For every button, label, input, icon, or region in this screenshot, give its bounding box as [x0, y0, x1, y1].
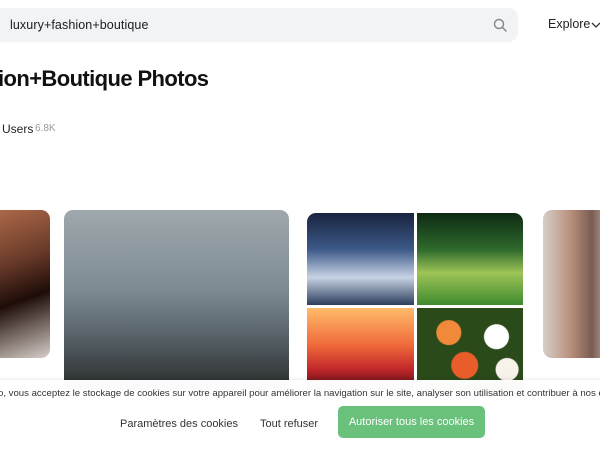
header: luxury+fashion+boutique Explore — [0, 0, 600, 50]
accept-all-cookies-button[interactable]: Autoriser tous les cookies — [338, 406, 485, 438]
chevron-down-icon[interactable] — [591, 21, 600, 29]
photo-tile-forest-light[interactable] — [417, 213, 523, 305]
search-icon[interactable] — [492, 17, 508, 33]
photo-tile-flowers[interactable] — [417, 308, 523, 390]
page: luxury+fashion+boutique Explore ion+Bout… — [0, 0, 600, 450]
photo-tile-mannequin-red[interactable] — [0, 210, 50, 358]
explore-menu[interactable]: Explore — [548, 17, 590, 31]
refuse-all-button[interactable]: Tout refuser — [253, 410, 325, 438]
photo-tile-mountains-night[interactable] — [307, 213, 414, 305]
users-tab[interactable]: Users — [2, 122, 33, 136]
photo-tile-boutique-window[interactable] — [64, 210, 289, 390]
search-input[interactable]: luxury+fashion+boutique — [0, 8, 518, 42]
users-count: 6.8K — [35, 123, 56, 134]
search-input-value: luxury+fashion+boutique — [10, 18, 149, 32]
photo-tile-sunset-clouds[interactable] — [307, 308, 414, 390]
page-title: ion+Boutique Photos — [0, 66, 209, 91]
cookie-settings-button[interactable]: Paramètres des cookies — [112, 410, 246, 438]
photo-tile-clothing-rack[interactable] — [543, 210, 600, 358]
cookie-banner-text: o, vous acceptez le stockage de cookies … — [0, 388, 600, 399]
cookie-banner: o, vous acceptez le stockage de cookies … — [0, 380, 600, 450]
